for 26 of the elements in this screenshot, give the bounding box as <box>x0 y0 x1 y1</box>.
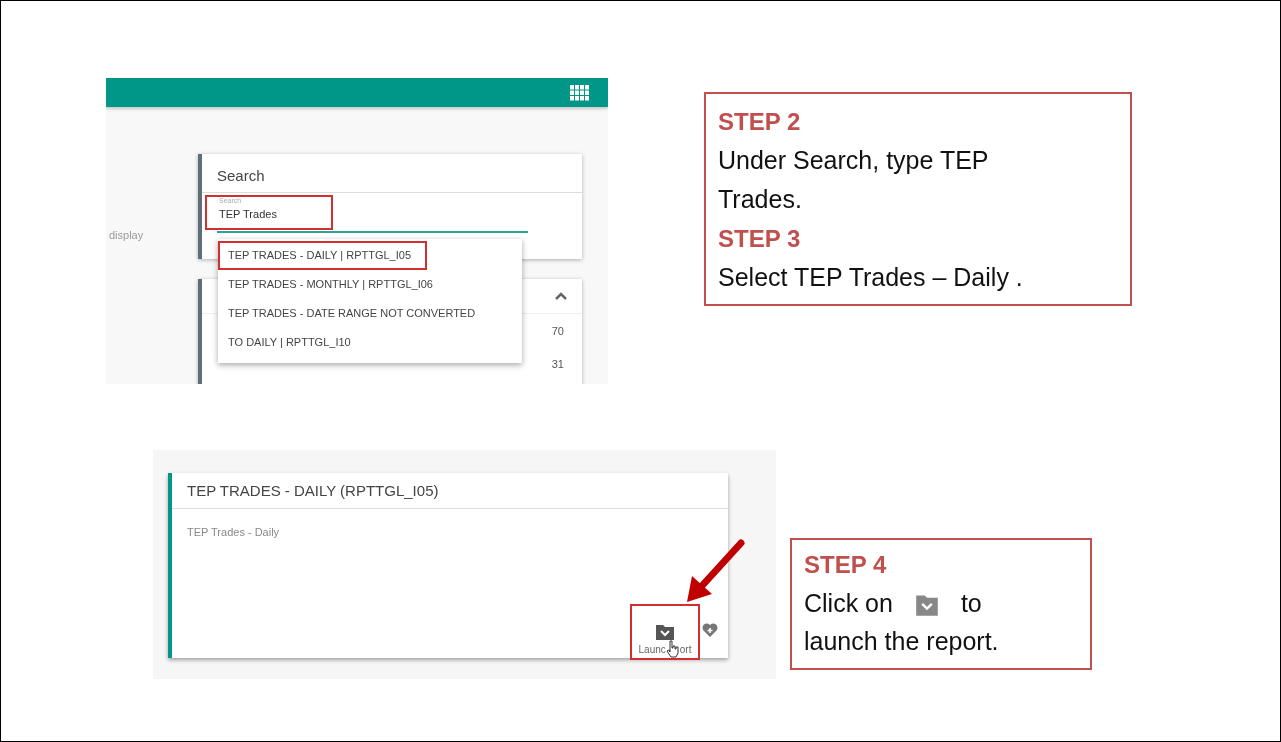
category-count: 70 <box>551 324 564 337</box>
step-text: Click on <box>804 589 893 617</box>
apps-grid-icon <box>570 84 590 101</box>
chevron-up-icon <box>554 291 568 301</box>
suggestion-item[interactable]: TEP TRADES - DATE RANGE NOT CONVERTED <box>218 299 486 328</box>
card-title: TEP TRADES - DAILY (RPTTGL_I05) <box>172 473 728 509</box>
category-count: 31 <box>551 357 564 370</box>
suggestion-item[interactable]: TEP TRADES - MONTHLY | RPTTGL_I06 <box>218 270 443 299</box>
suggestion-item[interactable]: TEP TRADES - DAILY | RPTTGL_I05 <box>218 241 427 270</box>
tooltip-text: Launc <box>638 643 666 655</box>
step-heading: STEP 4 <box>804 550 888 580</box>
sidebar-text: display <box>109 229 144 241</box>
folder-download-icon <box>655 622 675 640</box>
step-heading: STEP 3 <box>718 224 802 254</box>
tooltip-text: ort <box>679 643 692 655</box>
folder-download-icon <box>914 594 939 617</box>
card-title: Search <box>202 154 582 193</box>
card-description: TEP Trades - Daily <box>186 525 281 540</box>
suggestion-item[interactable]: TO DAILY | RPTTGL_I10 <box>218 328 361 357</box>
step-text: launch the report. <box>804 626 999 657</box>
launch-report-button[interactable]: Launc ort <box>632 606 698 658</box>
heart-plus-icon <box>702 622 718 638</box>
step-text: Select TEP Trades – Daily . <box>718 262 1024 293</box>
step-text: to <box>960 589 982 617</box>
step-text: Under Search, type TEP Trades. <box>718 145 990 215</box>
step-heading: STEP 2 <box>718 107 802 137</box>
